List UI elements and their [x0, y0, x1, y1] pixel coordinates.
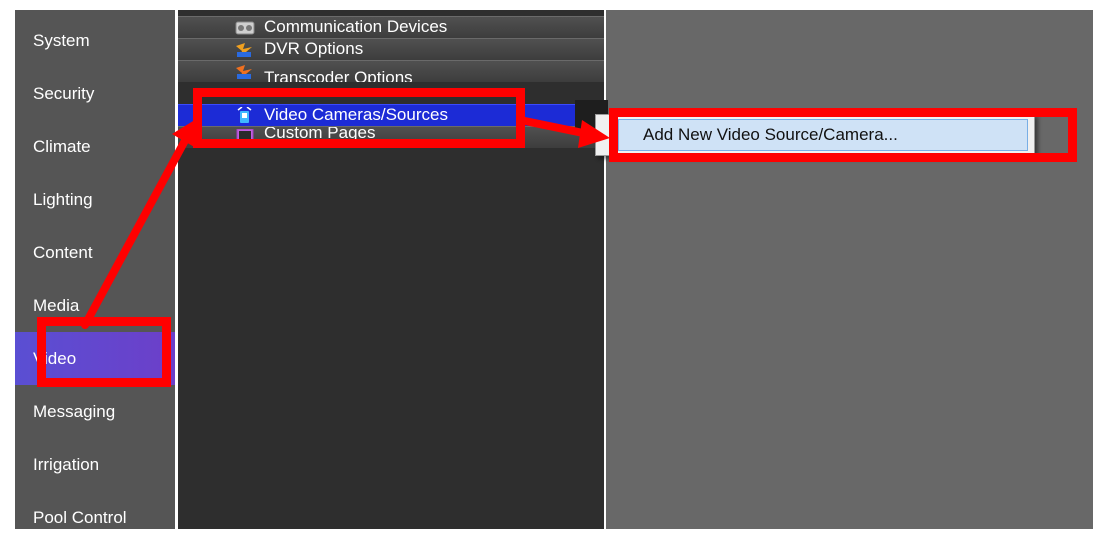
sidebar-item-content[interactable]: Content — [15, 226, 175, 279]
sidebar-item-messaging[interactable]: Messaging — [15, 385, 175, 438]
sidebar-item-pool-control[interactable]: Pool Control — [15, 491, 175, 544]
sidebar-item-label: Media — [33, 296, 80, 315]
sidebar-item-label: Video — [33, 349, 77, 368]
context-menu: Add New Video Source/Camera... — [595, 114, 1035, 156]
video-tree-panel: Communication Devices DVR Options Transc… — [178, 10, 604, 529]
tree-item-custom-pages[interactable]: Custom Pages — [178, 126, 604, 148]
sidebar-item-label: System — [33, 31, 90, 50]
menu-item-label: Add New Video Source/Camera... — [643, 125, 898, 144]
tree-item-label: Communication Devices — [264, 17, 448, 36]
devices-icon — [235, 21, 255, 35]
sidebar-item-media[interactable]: Media — [15, 279, 175, 332]
menu-gutter — [616, 118, 617, 152]
sidebar-item-label: Content — [33, 243, 93, 262]
sidebar-item-lighting[interactable]: Lighting — [15, 173, 175, 226]
sidebar-item-system[interactable]: System — [15, 14, 175, 67]
sidebar-item-label: Pool Control — [33, 508, 127, 527]
tree-item-dvr-options[interactable]: DVR Options — [178, 38, 604, 60]
tree-item-label: DVR Options — [264, 39, 364, 58]
sidebar-item-label: Security — [33, 84, 95, 103]
tree-item-video-cameras-sources[interactable]: Video Cameras/Sources — [178, 104, 604, 126]
dvr-icon — [236, 43, 252, 57]
transcoder-icon — [236, 65, 252, 79]
category-sidebar: System Security Climate Lighting Content… — [15, 10, 175, 529]
add-new-video-source-menu-item[interactable]: Add New Video Source/Camera... — [618, 119, 1028, 151]
content-area — [606, 10, 1093, 529]
sidebar-item-irrigation[interactable]: Irrigation — [15, 438, 175, 491]
sidebar-item-security[interactable]: Security — [15, 67, 175, 120]
tree-item-label: Video Cameras/Sources — [264, 105, 448, 124]
sidebar-item-label: Messaging — [33, 402, 116, 421]
sidebar-item-label: Climate — [33, 137, 91, 156]
tree-item-communication-devices[interactable]: Communication Devices — [178, 16, 604, 38]
camera-icon — [237, 107, 252, 123]
tree-item-label: Custom Pages — [264, 126, 376, 142]
tree-item-transcoder-options[interactable]: Transcoder Options — [178, 60, 604, 82]
sidebar-item-label: Lighting — [33, 190, 93, 209]
sidebar-item-label: Irrigation — [33, 455, 100, 474]
custom-pages-icon — [236, 129, 254, 144]
sidebar-item-climate[interactable]: Climate — [15, 120, 175, 173]
sidebar-item-video[interactable]: Video — [15, 332, 175, 385]
tree-item-label: Transcoder Options — [264, 68, 413, 82]
